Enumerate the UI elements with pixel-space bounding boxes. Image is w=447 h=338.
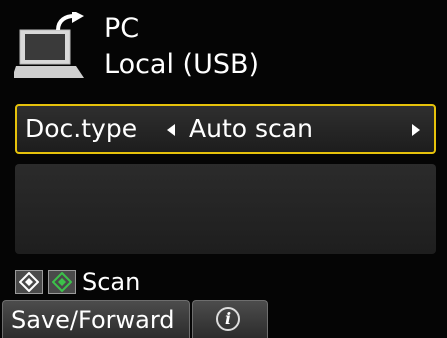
arrow-left-icon[interactable]	[167, 124, 175, 136]
destination-name: PC	[104, 13, 140, 44]
pc-icon	[12, 10, 92, 84]
arrow-right-icon[interactable]	[412, 124, 420, 136]
black-start-icon	[15, 270, 43, 294]
empty-setting-row	[15, 164, 436, 254]
doc-type-setting-row[interactable]: Doc.type Auto scan	[15, 104, 436, 154]
save-forward-tab[interactable]: Save/Forward	[2, 300, 190, 338]
scan-label: Scan	[82, 268, 141, 296]
save-forward-label: Save/Forward	[11, 306, 175, 334]
doc-type-value: Auto scan	[189, 114, 313, 143]
color-start-icon	[48, 270, 76, 294]
info-tab[interactable]: i	[192, 300, 268, 338]
connection-type: Local (USB)	[104, 49, 260, 80]
printer-lcd-screen: PC Local (USB) Doc.type Auto scan Scan S…	[0, 0, 447, 338]
info-icon: i	[216, 307, 240, 331]
doc-type-label: Doc.type	[25, 114, 138, 143]
